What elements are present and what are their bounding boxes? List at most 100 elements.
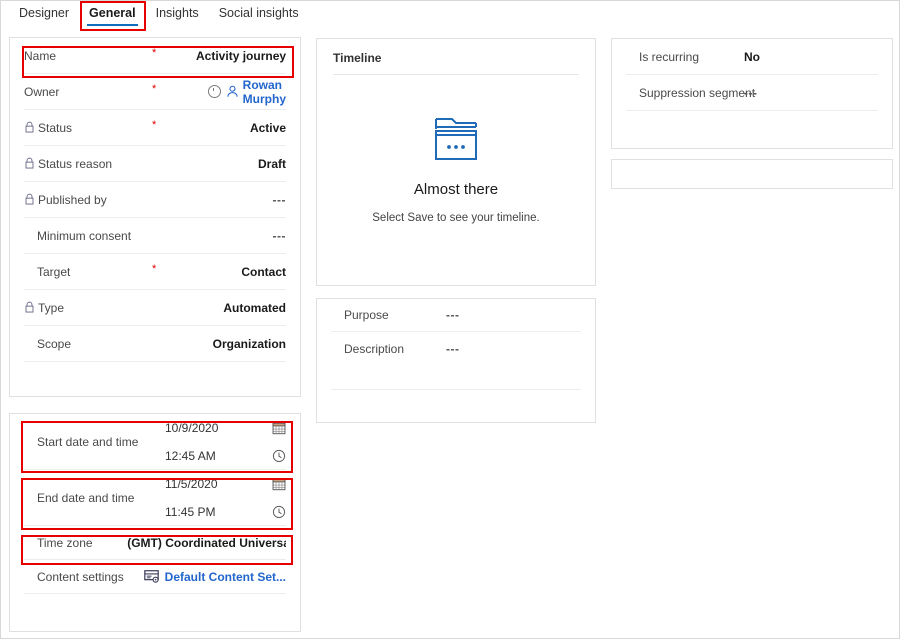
content-settings-link[interactable]: Default Content Set... [165, 570, 286, 584]
field-value-purpose: --- [446, 308, 460, 322]
field-row-target[interactable]: Target * Contact [24, 254, 286, 290]
required-marker-status: * [152, 119, 157, 131]
field-label-purpose: Purpose [344, 308, 389, 322]
field-value-time-zone: (GMT) Coordinated Universal Time [127, 535, 286, 550]
lock-icon [25, 193, 34, 204]
field-row-owner[interactable]: Owner * Rowan Murphy [24, 74, 286, 110]
start-date-time-values: 10/9/2020 12:45 AM [149, 414, 286, 470]
field-value-owner[interactable]: Rowan Murphy [207, 78, 286, 106]
lock-icon [25, 121, 34, 132]
tab-insights-label: Insights [155, 6, 199, 20]
field-value-status-reason: Draft [257, 156, 286, 171]
field-value-start-date: 10/9/2020 [165, 420, 219, 435]
field-label-published-by: Published by [24, 193, 133, 207]
journey-schedule-card: Start date and time 10/9/2020 12:45 AM E… [9, 413, 301, 632]
purpose-description-card: Purpose --- Description --- [316, 298, 596, 423]
field-label-status-reason: Status reason [24, 157, 118, 171]
field-value-name: Activity journey [196, 48, 287, 63]
field-label-end-date-time: End date and time [37, 490, 135, 505]
timeline-empty-title: Almost there [413, 181, 499, 198]
field-value-is-recurring: No [744, 49, 760, 64]
tab-designer-label: Designer [19, 6, 70, 20]
start-time-line[interactable]: 12:45 AM [149, 442, 286, 470]
field-label-minimum-consent: Minimum consent [37, 228, 132, 243]
lock-icon [25, 157, 34, 168]
field-label-suppression-segment: Suppression segment [639, 85, 756, 100]
field-row-status: Status * Active [24, 110, 286, 146]
field-value-target: Contact [241, 264, 286, 279]
field-label-scope: Scope [37, 336, 72, 351]
field-label-description: Description [344, 342, 405, 356]
field-row-published-by: Published by --- [24, 182, 286, 218]
right-empty-card [611, 159, 893, 189]
end-date-line[interactable]: 11/5/2020 [149, 470, 286, 498]
purpose-description-rows: Purpose --- Description --- [317, 299, 595, 390]
recurrence-rows: Is recurring No Suppression segment --- [612, 39, 892, 111]
field-row-scope[interactable]: Scope Organization [24, 326, 286, 362]
field-label-status-text: Status [38, 120, 73, 135]
field-value-status: Active [249, 120, 286, 135]
field-row-end-date-time[interactable]: End date and time 11/5/2020 11:45 PM [24, 470, 286, 526]
field-label-type-text: Type [38, 300, 65, 315]
field-value-end-time: 11:45 PM [165, 504, 216, 519]
field-value-description: --- [446, 342, 460, 356]
recent-items-icon [207, 85, 221, 98]
journey-general-page: Designer General Insights Social insight… [0, 0, 900, 639]
field-label-name: Name [24, 48, 57, 63]
lock-icon [25, 301, 34, 312]
field-value-suppression-segment: --- [744, 85, 758, 100]
field-label-status-reason-text: Status reason [38, 156, 113, 171]
field-value-published-by: --- [272, 192, 286, 207]
field-row-status-reason: Status reason Draft [24, 146, 286, 182]
field-row-type: Type Automated [24, 290, 286, 326]
tab-general-underline [87, 24, 138, 26]
field-label-type: Type [24, 301, 83, 315]
field-label-start-date-time: Start date and time [37, 434, 139, 449]
journey-details-rows: Name * Activity journey Owner * Rowan Mu… [10, 38, 300, 362]
field-row-minimum-consent[interactable]: Minimum consent --- [24, 218, 286, 254]
field-row-start-date-time[interactable]: Start date and time 10/9/2020 12:45 AM [24, 414, 286, 470]
empty-timeline-folder-icon [435, 118, 477, 160]
calendar-icon[interactable] [272, 477, 286, 491]
end-time-line[interactable]: 11:45 PM [149, 498, 286, 526]
tab-general-label: General [89, 6, 136, 20]
field-row-content-settings[interactable]: Content settings Default Content Set... [24, 560, 286, 594]
field-row-description[interactable]: Description --- [331, 332, 581, 390]
recurrence-card: Is recurring No Suppression segment --- [611, 38, 893, 149]
field-row-name[interactable]: Name * Activity journey [24, 38, 286, 74]
tab-social-insights-label: Social insights [218, 6, 299, 20]
tab-designer[interactable]: Designer [9, 1, 79, 27]
field-row-purpose[interactable]: Purpose --- [331, 299, 581, 332]
tab-social-insights[interactable]: Social insights [209, 1, 309, 27]
field-value-end-date: 11/5/2020 [165, 476, 218, 491]
journey-details-card: Name * Activity journey Owner * Rowan Mu… [9, 37, 301, 397]
field-value-minimum-consent: --- [272, 228, 286, 243]
field-value-start-time: 12:45 AM [165, 448, 216, 463]
timeline-empty-subtitle: Select Save to see your timeline. [372, 212, 540, 224]
field-label-owner: Owner [24, 84, 60, 99]
field-label-published-by-text: Published by [38, 192, 107, 207]
field-row-suppression-segment[interactable]: Suppression segment --- [626, 75, 878, 111]
field-label-status: Status [24, 121, 110, 135]
clock-icon[interactable] [272, 449, 286, 463]
field-row-time-zone[interactable]: Time zone (GMT) Coordinated Universal Ti… [24, 526, 286, 560]
field-label-is-recurring: Is recurring [639, 49, 700, 64]
tab-insights[interactable]: Insights [146, 1, 209, 27]
field-row-is-recurring[interactable]: Is recurring No [626, 39, 878, 75]
tab-bar: Designer General Insights Social insight… [1, 1, 899, 31]
start-date-line[interactable]: 10/9/2020 [149, 414, 286, 442]
owner-name-link[interactable]: Rowan Murphy [243, 78, 286, 106]
person-icon [227, 85, 238, 97]
required-marker-name: * [152, 47, 157, 59]
required-marker-owner: * [152, 83, 157, 95]
tab-general[interactable]: General [79, 1, 146, 31]
journey-schedule-rows: Start date and time 10/9/2020 12:45 AM E… [10, 414, 300, 594]
timeline-header: Timeline [333, 51, 382, 65]
field-label-time-zone: Time zone [37, 535, 93, 550]
clock-icon[interactable] [272, 505, 286, 519]
field-label-content-settings: Content settings [37, 569, 124, 584]
required-marker-target: * [152, 263, 157, 275]
calendar-icon[interactable] [272, 421, 286, 435]
timeline-card: Timeline Almost there Select Save to see… [316, 38, 596, 286]
content-settings-value[interactable]: Default Content Set... [143, 570, 286, 584]
